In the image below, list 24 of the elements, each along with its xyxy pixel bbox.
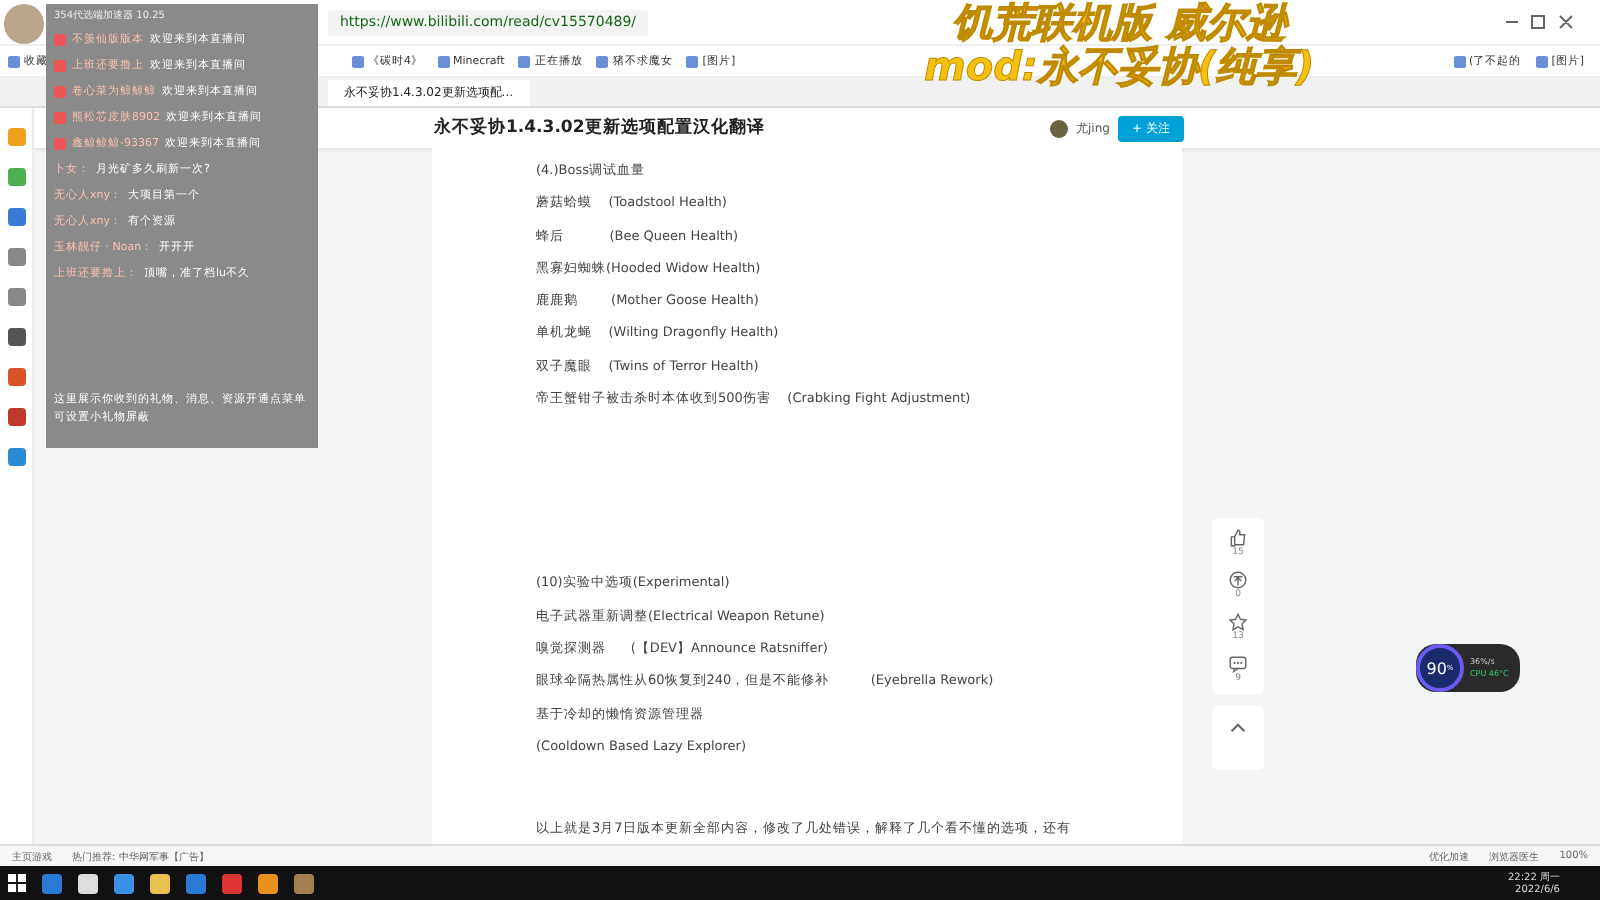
author-avatar[interactable] bbox=[1050, 119, 1068, 137]
window-controls-icon[interactable] bbox=[1504, 14, 1576, 30]
comment-icon[interactable] bbox=[1228, 654, 1248, 674]
article-title: 永不妥协1.4.3.02更新选项配置汉化翻译 bbox=[434, 116, 767, 140]
sidebar-app-icon[interactable] bbox=[7, 328, 25, 346]
user-badge-icon bbox=[54, 34, 66, 46]
chevron-up-icon bbox=[1230, 720, 1246, 736]
streamer-avatar bbox=[4, 4, 44, 44]
user-badge-icon bbox=[54, 138, 66, 150]
sidebar-app-icon[interactable] bbox=[7, 368, 25, 386]
user-badge-icon bbox=[54, 112, 66, 124]
user-badge-icon bbox=[54, 86, 66, 98]
windows-start-icon[interactable] bbox=[8, 874, 26, 892]
star-icon[interactable] bbox=[1228, 612, 1248, 632]
sidebar-app-icon[interactable] bbox=[7, 288, 25, 306]
stream-title: 饥荒联机版 威尔逊 bbox=[952, 0, 1287, 44]
sidebar-app-icon[interactable] bbox=[7, 448, 25, 466]
user-badge-icon bbox=[54, 60, 66, 72]
stream-title: mod:永不妥协(纯享) bbox=[924, 44, 1315, 88]
sidebar-app-icon[interactable] bbox=[7, 248, 25, 266]
sidebar-app-icon[interactable] bbox=[7, 208, 25, 226]
sidebar-app-icon[interactable] bbox=[7, 408, 25, 426]
like-icon[interactable] bbox=[1228, 528, 1248, 548]
coin-icon[interactable] bbox=[1228, 570, 1248, 590]
